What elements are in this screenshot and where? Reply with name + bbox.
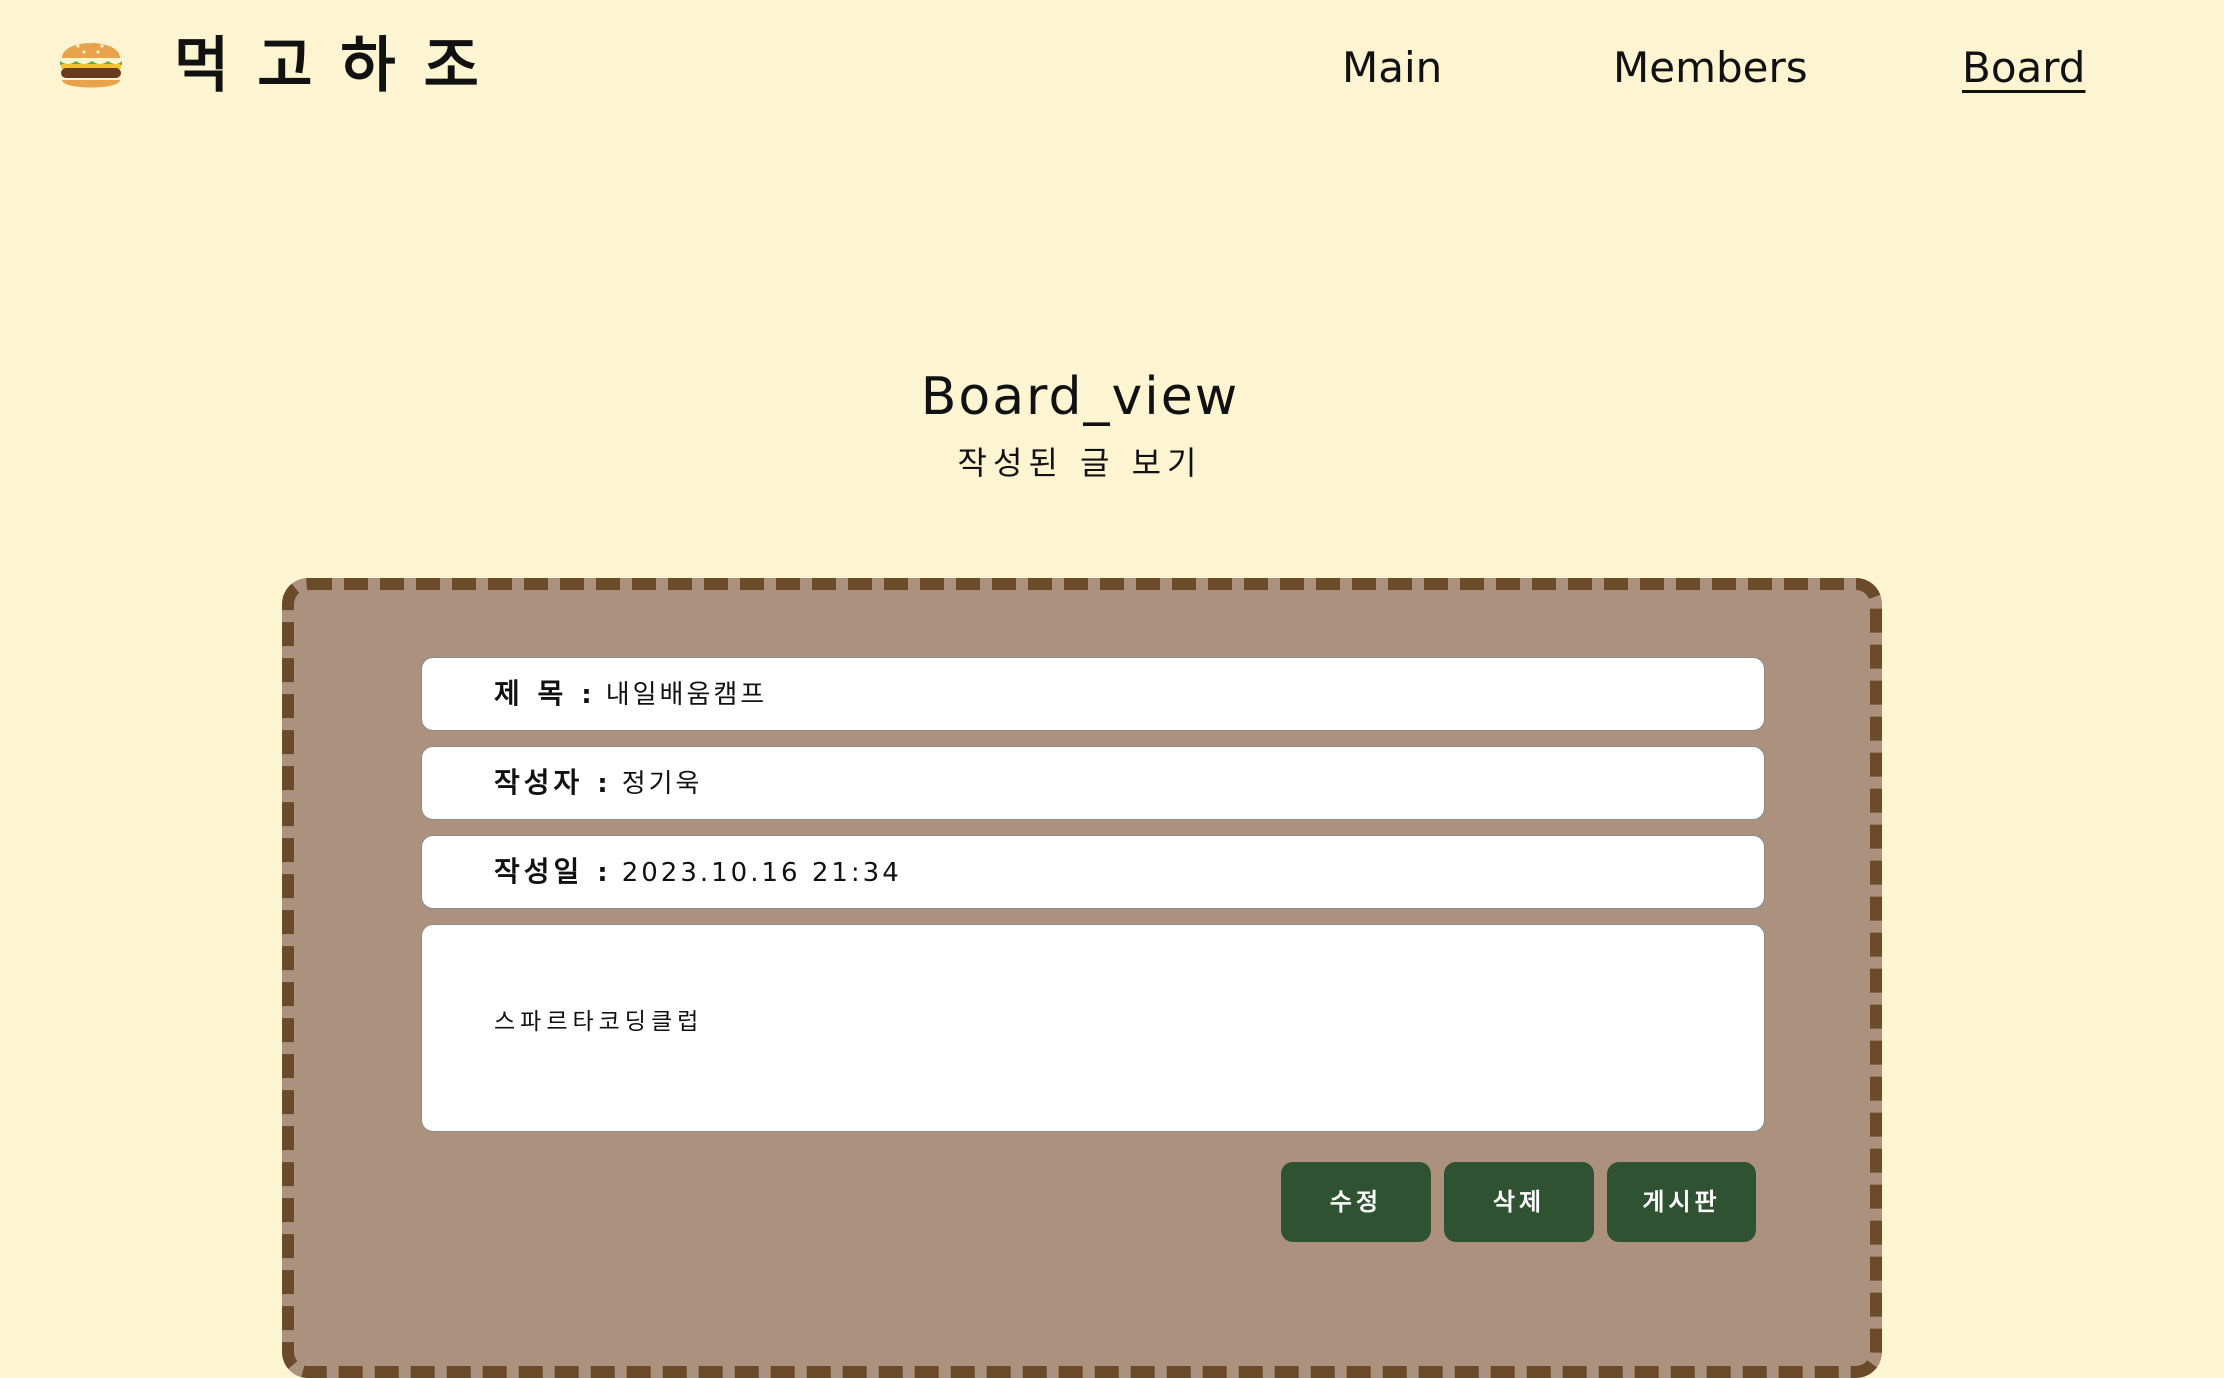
- delete-button[interactable]: 삭제: [1444, 1162, 1594, 1242]
- nav-main[interactable]: Main: [1342, 40, 1442, 96]
- title-label: 제 목: [494, 677, 568, 710]
- author-label: 작성자: [494, 766, 584, 799]
- author-separator: :: [597, 769, 608, 799]
- post-view-card: 제 목: 내일배움캠프 작성자: 정기욱 작성일:2023.10.16 21:34 …: [282, 578, 1882, 1378]
- page-subtitle: 작성된 글 보기: [957, 444, 1203, 482]
- nav-board[interactable]: Board: [1962, 40, 2085, 96]
- nav-members[interactable]: Members: [1613, 40, 1808, 96]
- content-field: 스파르타코딩클럽: [421, 924, 1765, 1132]
- date-field: 작성일:2023.10.16 21:34: [421, 835, 1765, 909]
- site-title[interactable]: 먹고하조: [174, 26, 507, 106]
- title-field: 제 목: 내일배움캠프: [421, 657, 1765, 731]
- site-header: 먹고하조 Main Members Board: [0, 0, 2224, 140]
- date-value: 2023.10.16 21:34: [621, 858, 902, 888]
- title-separator: :: [581, 680, 592, 710]
- page-title: Board_view: [920, 367, 1240, 427]
- content-value: 스파르타코딩클럽: [494, 1009, 704, 1035]
- board-list-button[interactable]: 게시판: [1607, 1162, 1756, 1242]
- author-value: 정기욱: [621, 769, 703, 799]
- title-value: 내일배움캠프: [605, 680, 768, 710]
- hamburger-icon: [60, 40, 122, 88]
- date-label: 작성일: [494, 855, 584, 888]
- author-field: 작성자: 정기욱: [421, 746, 1765, 820]
- edit-button[interactable]: 수정: [1281, 1162, 1431, 1242]
- date-separator: :: [597, 858, 608, 888]
